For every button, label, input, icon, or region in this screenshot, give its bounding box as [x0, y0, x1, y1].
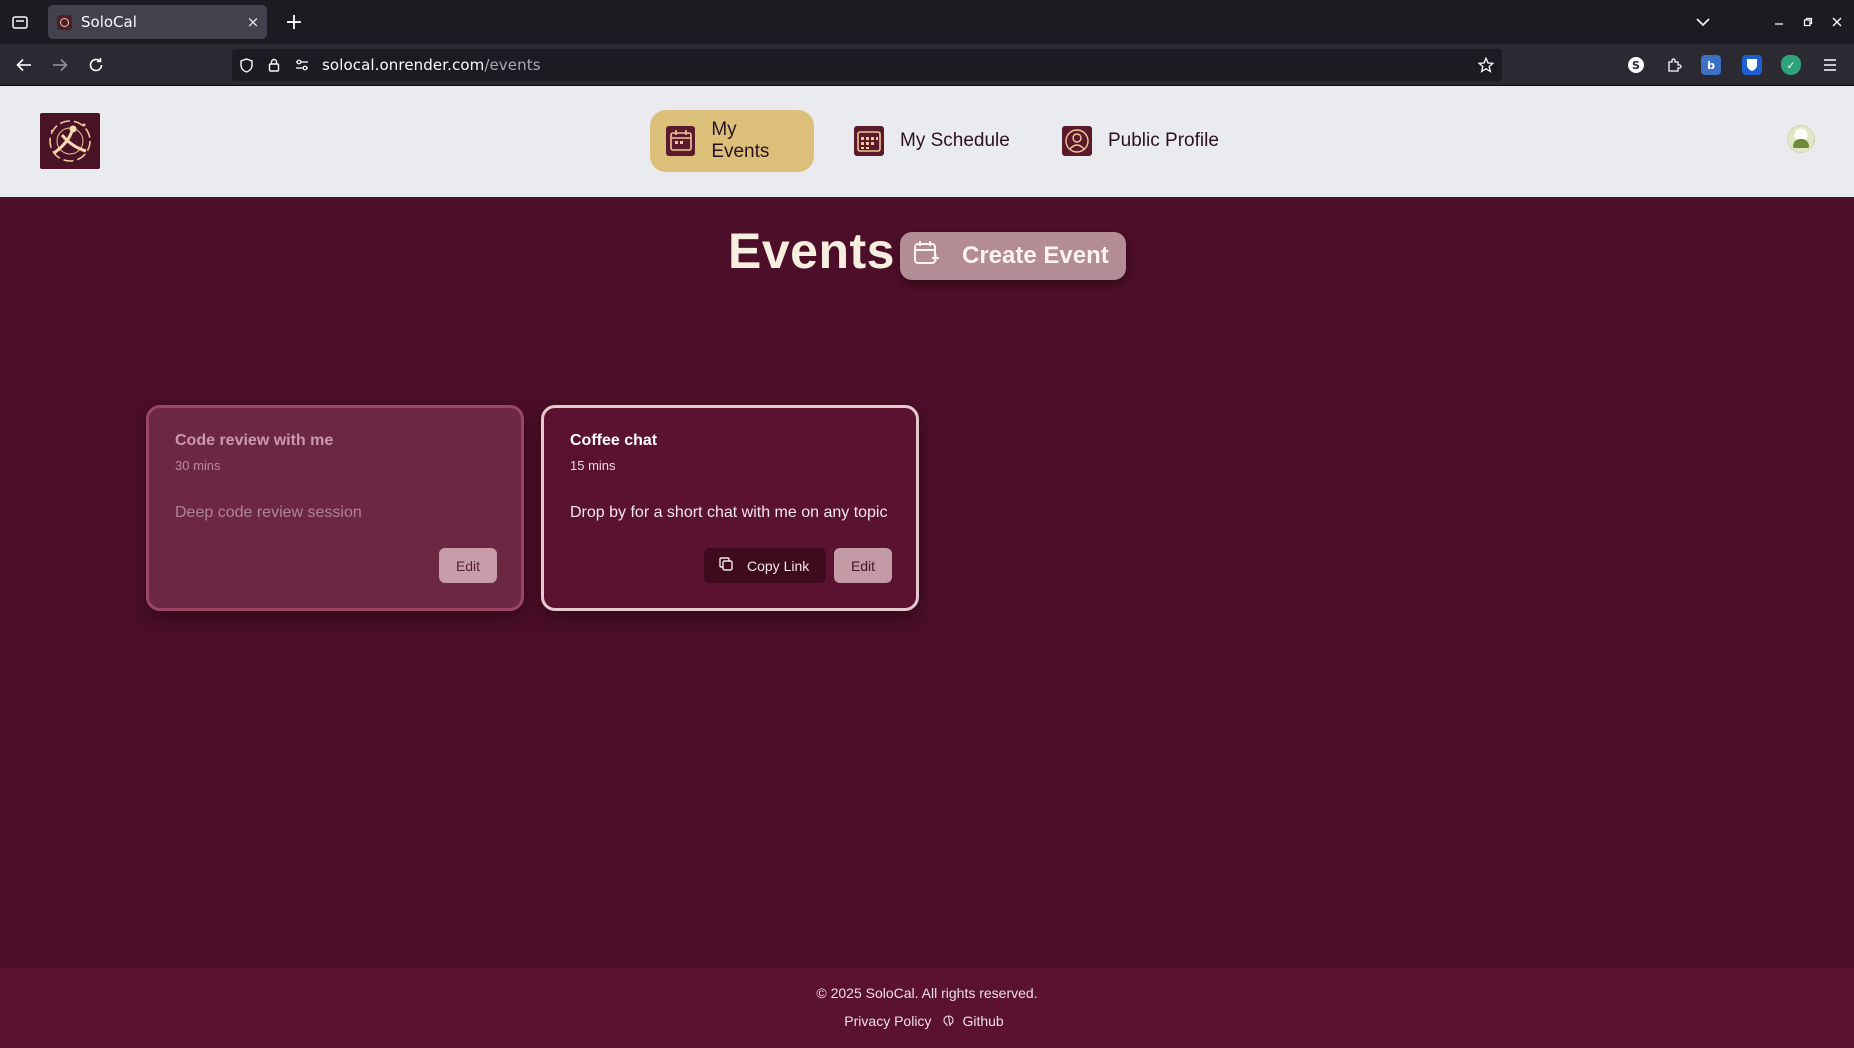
extensions-puzzle-icon[interactable]: [1656, 44, 1692, 85]
solocal-favicon-icon: [57, 14, 72, 30]
lock-icon[interactable]: [260, 49, 288, 81]
edit-button[interactable]: Edit: [834, 548, 892, 583]
back-icon[interactable]: [6, 44, 42, 85]
privacy-policy-link[interactable]: Privacy Policy: [844, 1013, 931, 1029]
url-text[interactable]: solocal.onrender.com/events: [322, 56, 541, 74]
nav-my-schedule-label: My Schedule: [900, 130, 1010, 151]
solocal-logo-icon[interactable]: [40, 113, 100, 169]
ext-privacy-shield-icon[interactable]: ✓: [1781, 55, 1801, 75]
events-calendar-icon: [666, 126, 696, 156]
minimize-icon[interactable]: [1764, 0, 1794, 44]
nav-public-profile[interactable]: Public Profile: [1046, 110, 1246, 172]
bookmark-star-icon[interactable]: [1478, 49, 1494, 81]
nav-my-schedule[interactable]: My Schedule: [838, 110, 1034, 172]
copy-icon: [718, 556, 734, 575]
footer: © 2025 SoloCal. All rights reserved. Pri…: [0, 968, 1854, 1048]
event-title: Coffee chat: [570, 432, 658, 449]
close-window-icon[interactable]: [1822, 0, 1852, 44]
create-event-button[interactable]: Create Event: [900, 232, 1126, 280]
ext-bitwarden-icon[interactable]: [1742, 55, 1762, 75]
reload-icon[interactable]: [78, 44, 114, 85]
forward-icon[interactable]: [42, 44, 78, 85]
ext-b-icon[interactable]: b: [1701, 55, 1721, 75]
edit-button[interactable]: Edit: [439, 548, 497, 583]
event-description: Drop by for a short chat with me on any …: [570, 504, 888, 521]
app-header: My Events My Schedule Public Profile: [0, 86, 1854, 197]
event-duration: 30 mins: [175, 458, 221, 473]
shield-icon[interactable]: [232, 49, 260, 81]
page-title: Events: [728, 223, 895, 279]
event-description: Deep code review session: [175, 504, 362, 521]
tabs-list-icon[interactable]: [0, 0, 40, 44]
nav-public-profile-label: Public Profile: [1108, 130, 1219, 151]
github-link[interactable]: Github: [943, 1013, 1009, 1029]
nav-my-events-label: My Events: [711, 119, 770, 162]
url-domain: solocal.onrender.com: [322, 56, 485, 74]
nav-my-events[interactable]: My Events: [650, 110, 814, 172]
calendar-plus-icon: [912, 239, 940, 274]
restore-icon[interactable]: [1793, 0, 1823, 44]
footer-copyright: © 2025 SoloCal. All rights reserved.: [816, 985, 1038, 1001]
copy-link-button[interactable]: Copy Link: [704, 548, 826, 583]
url-path: /events: [484, 56, 541, 74]
github-label: Github: [962, 1013, 1004, 1029]
schedule-grid-icon: [854, 126, 884, 156]
ext-s-icon[interactable]: S: [1628, 57, 1644, 73]
event-duration: 15 mins: [570, 458, 616, 473]
browser-tab-bar: SoloCal × +: [0, 0, 1854, 44]
tab-close-icon[interactable]: ×: [239, 13, 267, 31]
github-icon: [943, 1015, 954, 1027]
user-avatar[interactable]: [1787, 125, 1815, 153]
create-event-label: Create Event: [962, 242, 1109, 269]
event-card-coffee-chat[interactable]: Coffee chat 15 mins Drop by for a short …: [541, 405, 919, 611]
event-card-code-review[interactable]: Code review with me 30 mins Deep code re…: [146, 405, 524, 611]
site-info-icon[interactable]: [288, 49, 316, 81]
browser-nav-bar: solocal.onrender.com/events S b ✓: [0, 44, 1854, 86]
footer-links: Privacy Policy Github: [0, 1013, 1854, 1029]
menu-icon[interactable]: [1812, 44, 1848, 85]
profile-user-icon: [1062, 126, 1092, 156]
tab-title: SoloCal: [81, 13, 137, 31]
copy-link-label: Copy Link: [747, 557, 810, 574]
tab-overflow-icon[interactable]: [1688, 0, 1718, 44]
new-tab-button[interactable]: +: [279, 6, 309, 38]
event-title: Code review with me: [175, 432, 334, 449]
browser-tab[interactable]: SoloCal ×: [48, 5, 267, 39]
address-bar[interactable]: solocal.onrender.com/events: [232, 49, 1502, 81]
